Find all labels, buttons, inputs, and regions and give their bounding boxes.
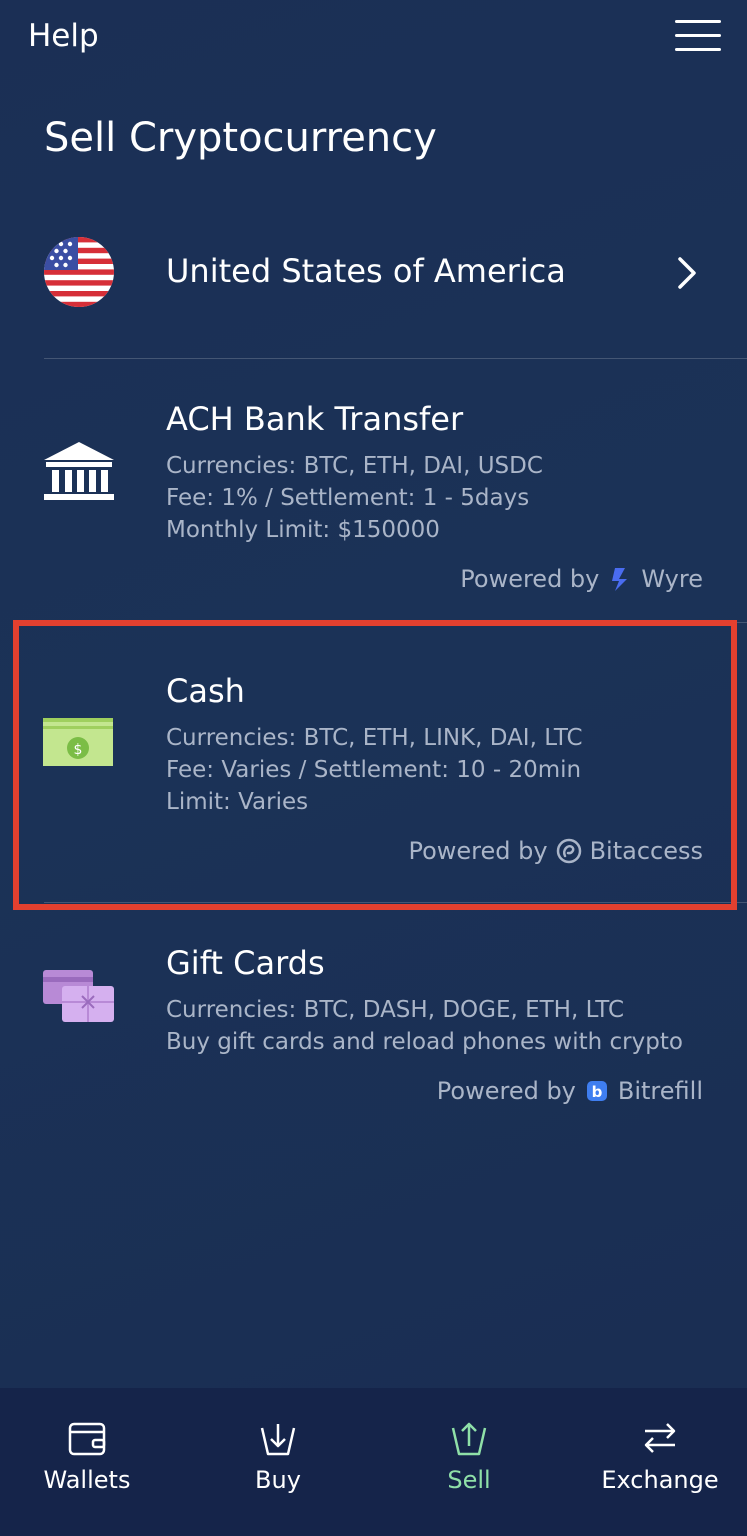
- payment-option-gift-cards[interactable]: Gift Cards Currencies: BTC, DASH, DOGE, …: [0, 924, 747, 1124]
- powered-by-label: Powered by: [436, 1077, 576, 1105]
- gift-card-icon: [43, 970, 114, 1022]
- tab-label: Buy: [255, 1466, 301, 1494]
- page-title: Sell Cryptocurrency: [44, 115, 437, 161]
- wyre-logo-icon: [612, 568, 628, 591]
- divider: [44, 358, 747, 359]
- powered-by: Powered by b Bitrefill: [437, 1077, 703, 1105]
- tab-label: Exchange: [601, 1466, 719, 1494]
- option-currencies: Currencies: BTC, DASH, DOGE, ETH, LTC: [166, 997, 625, 1023]
- svg-text:b: b: [592, 1083, 603, 1101]
- tab-label: Sell: [447, 1466, 491, 1494]
- powered-by-label: Powered by: [460, 565, 600, 593]
- option-currencies: Currencies: BTC, ETH, DAI, USDC: [166, 453, 543, 479]
- tab-buy[interactable]: Buy: [198, 1418, 358, 1494]
- exchange-arrows-icon: [644, 1423, 676, 1453]
- bank-icon: [44, 442, 114, 500]
- powered-by: Powered by Wyre: [460, 565, 703, 593]
- option-title: Gift Cards: [166, 944, 325, 982]
- provider-name: Bitrefill: [617, 1077, 703, 1105]
- wallet-icon: [68, 1422, 106, 1456]
- chevron-right-icon: [678, 257, 696, 289]
- tab-wallets[interactable]: Wallets: [7, 1418, 167, 1494]
- option-limit: Monthly Limit: $150000: [166, 517, 440, 543]
- option-fee: Fee: 1% / Settlement: 1 - 5days: [166, 485, 530, 511]
- top-bar: Help: [0, 0, 747, 80]
- us-flag-icon: [44, 237, 114, 307]
- highlight-box: [13, 620, 737, 910]
- bottom-tab-bar: Wallets Buy Sell Exchange: [0, 1388, 747, 1536]
- provider-name: Wyre: [641, 565, 703, 593]
- hamburger-menu-icon[interactable]: [675, 18, 721, 52]
- option-title: ACH Bank Transfer: [166, 400, 464, 438]
- country-selector[interactable]: United States of America: [0, 228, 747, 318]
- country-name: United States of America: [166, 252, 566, 290]
- tab-exchange[interactable]: Exchange: [580, 1418, 740, 1494]
- sell-upload-icon: [451, 1422, 487, 1456]
- tab-sell[interactable]: Sell: [389, 1418, 549, 1494]
- tab-label: Wallets: [43, 1466, 131, 1494]
- payment-option-ach[interactable]: ACH Bank Transfer Currencies: BTC, ETH, …: [0, 380, 747, 620]
- help-link[interactable]: Help: [28, 18, 99, 54]
- option-description: Buy gift cards and reload phones with cr…: [166, 1029, 683, 1055]
- buy-download-icon: [260, 1424, 296, 1456]
- bitrefill-logo-icon: b: [586, 1081, 607, 1101]
